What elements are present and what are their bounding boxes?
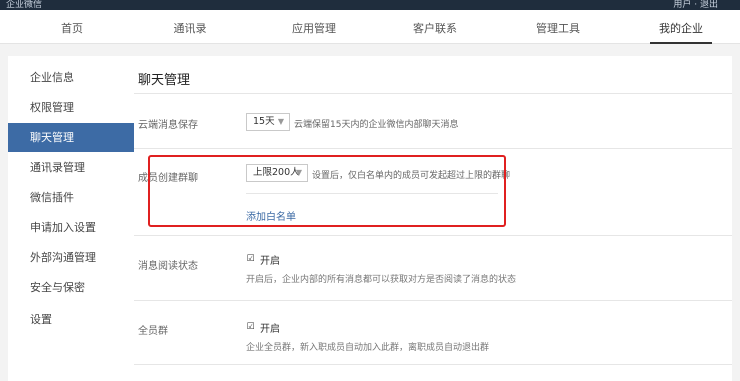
cloud-storage-hint: 云端保留15天内的企业微信内部聊天消息 bbox=[294, 120, 459, 130]
sidebar-item-label: 权限管理 bbox=[30, 101, 74, 114]
nav-item-home[interactable]: 首页 bbox=[61, 20, 83, 36]
nav-item-my-enterprise[interactable]: 我的企业 bbox=[659, 20, 703, 36]
all-member-group-checkbox[interactable]: ☑ 开启 bbox=[246, 320, 280, 336]
all-member-group-label: 全员群 bbox=[138, 326, 168, 337]
checkbox-checked-icon: ☑ bbox=[246, 254, 255, 264]
cloud-storage-select[interactable]: 15天 ▼ bbox=[246, 113, 290, 131]
cloud-storage-select-value: 15天 bbox=[253, 116, 275, 127]
sidebar-item-external-communication[interactable]: 外部沟通管理 bbox=[8, 243, 134, 272]
brand-logo-text[interactable]: 企业微信 bbox=[6, 0, 42, 10]
sidebar-item-security[interactable]: 安全与保密 bbox=[8, 273, 134, 302]
sidebar-item-permissions[interactable]: 权限管理 bbox=[8, 93, 134, 122]
read-status-checkbox-label: 开启 bbox=[260, 256, 280, 267]
main-nav: 首页 通讯录 应用管理 客户联系 管理工具 我的企业 bbox=[0, 10, 740, 44]
read-status-label: 消息阅读状态 bbox=[138, 261, 198, 272]
nav-item-customer-contact[interactable]: 客户联系 bbox=[413, 20, 457, 36]
sidebar-item-chat-management[interactable]: 聊天管理 bbox=[8, 123, 134, 152]
user-menu[interactable]: 用户 · 退出 bbox=[673, 0, 718, 10]
cloud-storage-label: 云端消息保存 bbox=[138, 120, 198, 131]
all-member-group-description: 企业全员群，新入职成员自动加入此群，离职成员自动退出群 bbox=[246, 343, 490, 353]
sidebar-item-settings[interactable]: 设置 bbox=[8, 305, 134, 334]
sidebar-item-label: 企业信息 bbox=[30, 71, 74, 84]
sidebar-item-contacts-management[interactable]: 通讯录管理 bbox=[8, 153, 134, 182]
row-divider bbox=[134, 300, 732, 301]
top-bar: 企业微信 用户 · 退出 bbox=[0, 0, 740, 10]
read-status-description: 开启后，企业内部的所有消息都可以获取对方是否阅读了消息的状态 bbox=[246, 275, 517, 285]
sidebar-item-label: 设置 bbox=[30, 313, 52, 326]
sidebar-item-label: 微信插件 bbox=[30, 191, 74, 204]
checkbox-checked-icon: ☑ bbox=[246, 322, 255, 332]
row-divider bbox=[134, 148, 732, 149]
sidebar: 企业信息 权限管理 聊天管理 通讯录管理 微信插件 申请加入设置 外部沟通管理 … bbox=[8, 56, 134, 381]
nav-item-management-tools[interactable]: 管理工具 bbox=[536, 20, 580, 36]
chevron-down-icon: ▼ bbox=[277, 117, 284, 126]
sidebar-item-label: 申请加入设置 bbox=[30, 221, 96, 234]
nav-item-app-management[interactable]: 应用管理 bbox=[292, 20, 336, 36]
row-divider bbox=[134, 235, 732, 236]
sidebar-item-wechat-plugin[interactable]: 微信插件 bbox=[8, 183, 134, 212]
nav-item-contacts[interactable]: 通讯录 bbox=[174, 20, 207, 36]
title-divider bbox=[134, 93, 732, 94]
nav-active-indicator bbox=[650, 42, 712, 44]
sidebar-item-enterprise-info[interactable]: 企业信息 bbox=[8, 63, 134, 92]
page-title: 聊天管理 bbox=[138, 73, 191, 88]
highlight-annotation-box bbox=[148, 155, 506, 227]
sidebar-item-join-settings[interactable]: 申请加入设置 bbox=[8, 213, 134, 242]
sidebar-item-label: 外部沟通管理 bbox=[30, 251, 96, 264]
all-member-group-checkbox-label: 开启 bbox=[260, 324, 280, 335]
sidebar-item-label: 安全与保密 bbox=[30, 281, 85, 294]
sidebar-item-label: 通讯录管理 bbox=[30, 161, 85, 174]
read-status-checkbox[interactable]: ☑ 开启 bbox=[246, 252, 280, 268]
sidebar-item-label: 聊天管理 bbox=[30, 131, 74, 144]
row-divider bbox=[134, 364, 732, 365]
